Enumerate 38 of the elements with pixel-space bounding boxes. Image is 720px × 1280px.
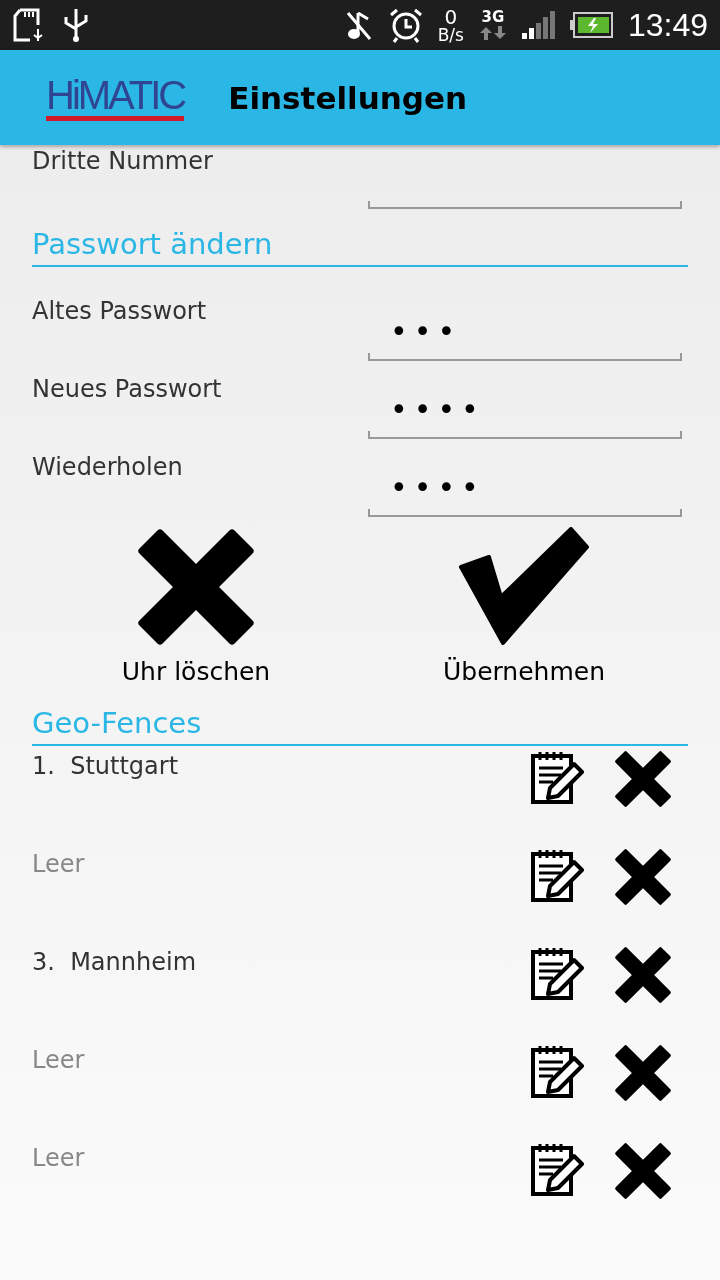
geofence-name: 3. Mannheim — [32, 947, 197, 976]
edit-icon[interactable] — [530, 750, 584, 804]
geofence-name: Leer — [32, 1143, 86, 1172]
alarm-clock-icon — [387, 7, 424, 43]
data-rate: 0 — [444, 6, 458, 27]
network-type: 3G — [481, 9, 505, 25]
geofence-name: 1. Stuttgart — [32, 751, 180, 780]
edit-icon[interactable] — [530, 1044, 584, 1098]
edit-icon[interactable] — [530, 946, 584, 1000]
field-label: Altes Passwort — [32, 296, 208, 325]
apply-button[interactable]: Übernehmen — [360, 521, 688, 686]
delete-icon[interactable] — [614, 1142, 672, 1200]
edit-icon[interactable] — [530, 848, 584, 902]
delete-icon[interactable] — [614, 946, 672, 1004]
geofence-name: Leer — [32, 849, 86, 878]
edit-icon[interactable] — [530, 1142, 584, 1196]
signal-icon — [521, 11, 556, 39]
usb-icon — [62, 7, 90, 43]
battery-icon — [569, 12, 614, 38]
screen-title: Einstellungen — [228, 79, 468, 116]
clock: 13:49 — [627, 6, 708, 44]
section-header: Passwort ändern — [32, 213, 688, 267]
delete-watch-button[interactable]: Uhr löschen — [32, 521, 360, 686]
field-label: Neues Passwort — [32, 374, 223, 403]
geofence-name: Leer — [32, 1045, 86, 1074]
delete-icon[interactable] — [614, 848, 672, 906]
section-header: Geo-Fences — [32, 692, 688, 746]
password-field[interactable]: ••• — [368, 297, 680, 361]
password-field[interactable]: •••• — [368, 453, 680, 517]
cross-icon — [136, 527, 256, 647]
field-label: Dritte Nummer — [32, 146, 214, 175]
field-label: Wiederholen — [32, 452, 184, 481]
checkmark-icon — [459, 527, 589, 647]
delete-icon[interactable] — [614, 1044, 672, 1102]
password-field[interactable]: •••• — [368, 375, 680, 439]
delete-icon[interactable] — [614, 750, 672, 808]
data-rate-unit: B/s — [437, 26, 464, 44]
logo: HiMATIC — [46, 74, 185, 121]
